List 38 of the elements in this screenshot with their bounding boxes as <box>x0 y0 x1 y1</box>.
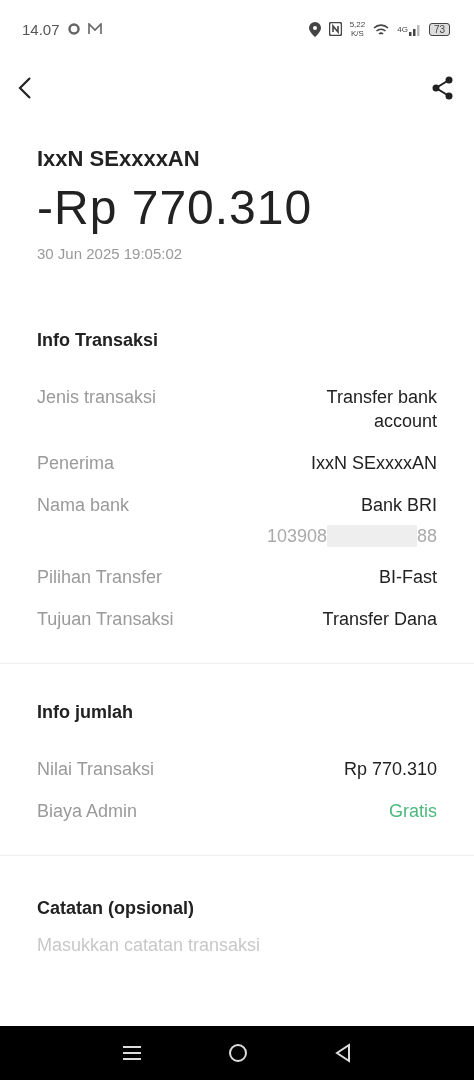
share-button[interactable] <box>432 76 454 100</box>
detail-label: Tujuan Transaksi <box>37 608 174 631</box>
location-icon <box>308 21 321 37</box>
account-number: 103908 <box>266 525 327 547</box>
menu-icon[interactable] <box>123 1045 142 1061</box>
recipient-name: IxxN SExxxxAN <box>37 146 201 172</box>
detail-value: Transfer bank account <box>325 386 437 433</box>
detail-label: Biaya Admin <box>37 800 138 823</box>
detail-value: Transfer Dana <box>322 608 437 631</box>
nfc-icon <box>328 22 342 36</box>
detail-value: IxxN SExxxxAN <box>310 452 437 475</box>
status-time: 14.07 <box>22 20 60 38</box>
back-nav-button[interactable] <box>334 1043 351 1063</box>
wifi-icon <box>373 22 390 36</box>
back-button[interactable] <box>18 76 32 100</box>
battery-icon: 73 <box>428 22 450 36</box>
signal-icon <box>408 22 421 36</box>
detail-label: Jenis transaksi <box>37 386 157 409</box>
transaction-amount: -Rp 770.310 <box>37 180 314 235</box>
section-title: Info jumlah <box>37 702 134 723</box>
detail-value: Gratis <box>389 800 437 823</box>
transaction-date: 30 Jun 2025 19:05:02 <box>37 245 184 262</box>
speed-unit: K/S <box>350 29 364 38</box>
speed-value: 5,22 <box>349 20 366 29</box>
detail-value: Bank BRI <box>360 494 437 517</box>
detail-label: Nilai Transaksi <box>37 758 155 781</box>
detail-value: Rp 770.310 <box>343 758 437 781</box>
detail-label: Nama bank <box>37 494 130 517</box>
mail-icon <box>87 23 102 35</box>
section-title: Catatan (opsional) <box>37 898 195 919</box>
home-button[interactable] <box>228 1043 248 1063</box>
section-title: Info Transaksi <box>37 330 160 351</box>
detail-value: BI-Fast <box>379 566 437 589</box>
detail-label: Pilihan Transfer <box>37 566 163 589</box>
account-number: 88 <box>416 525 437 547</box>
circle-icon <box>67 23 80 35</box>
detail-label: Penerima <box>37 452 115 475</box>
network-type: 4G <box>397 24 408 34</box>
